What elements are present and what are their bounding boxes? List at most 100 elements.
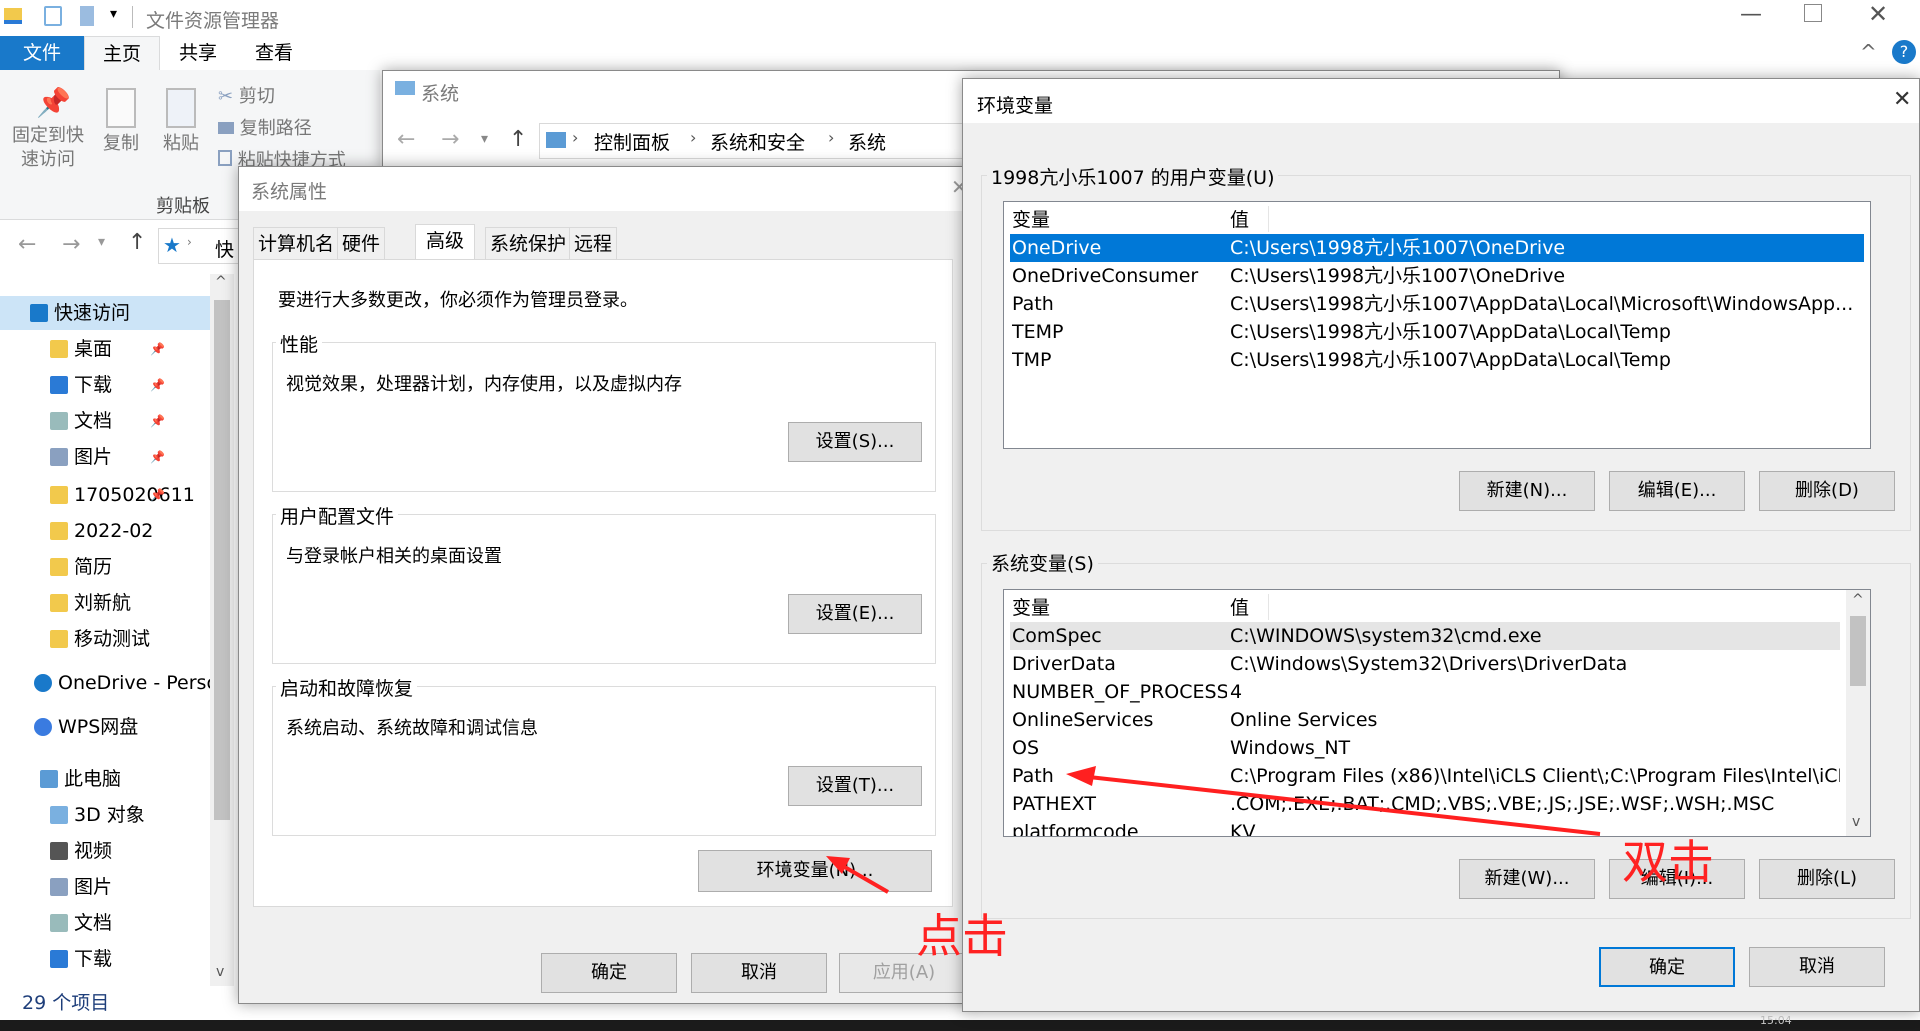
nav-item[interactable]: 文档 📌 [50,404,165,438]
nav-item[interactable]: 视频 [50,834,112,868]
close-button[interactable]: ✕ [1893,87,1911,112]
col-header-variable[interactable]: 变量 [1012,594,1227,622]
table-row[interactable]: Path C:\Users\1998亢小乐1007\AppData\Local\M… [1010,290,1864,318]
breadcrumb-control-panel[interactable]: 控制面板 [594,128,670,155]
system-delete-button[interactable]: 删除(L) [1759,859,1895,899]
ok-button[interactable]: 确定 [541,953,677,993]
table-row[interactable]: TMP C:\Users\1998亢小乐1007\AppData\Local\Te… [1010,346,1864,374]
user-new-button[interactable]: 新建(N)... [1459,471,1595,511]
scroll-down-icon[interactable]: v [216,964,224,980]
help-icon[interactable]: ? [1892,40,1916,64]
col-header-variable[interactable]: 变量 [1012,206,1227,234]
table-row[interactable]: PATHEXT .COM;.EXE;.BAT;.CMD;.VBS;.VBE;.JS… [1010,790,1840,818]
nav-item[interactable]: 文档 [50,906,112,940]
up-arrow-icon[interactable]: ↑ [509,127,527,152]
close-button[interactable]: ✕ [1868,0,1888,28]
nav-item[interactable]: 快速访问 [0,296,210,330]
system-new-button[interactable]: 新建(W)... [1459,859,1595,899]
onedrive-icon [34,674,52,692]
tab-hardware[interactable]: 硬件 [337,227,386,259]
variable-name: Path [1012,765,1054,787]
properties-icon[interactable] [44,6,62,26]
back-arrow-icon[interactable]: ← [18,232,36,257]
nav-item[interactable]: OneDrive - Persc [34,666,217,700]
nav-item[interactable]: 移动测试 [50,622,150,656]
table-row[interactable]: platformcode KV [1010,818,1840,836]
collapse-ribbon-icon[interactable]: ^ [1860,40,1877,64]
copy-path-button[interactable]: 复制路径 [218,114,312,140]
table-row[interactable]: DriverData C:\Windows\System32\Drivers\Dr… [1010,650,1840,678]
table-row[interactable]: TEMP C:\Users\1998亢小乐1007\AppData\Local\T… [1010,318,1864,346]
tab-share[interactable]: 共享 [160,36,236,70]
copy-button[interactable]: 复制 [96,88,146,156]
quick-access-dropdown-icon[interactable]: ▾ [110,6,117,22]
nav-item[interactable]: 桌面 📌 [50,332,165,366]
nav-item[interactable]: 此电脑 [40,762,121,796]
table-row[interactable]: NUMBER_OF_PROCESSORS4 [1010,678,1840,706]
environment-variables-button[interactable]: 环境变量(N)... [698,850,932,892]
nav-item[interactable]: 图片 [50,870,112,904]
cut-button[interactable]: ✂ 剪切 [218,82,275,108]
user-profile-settings-button[interactable]: 设置(E)... [788,594,922,634]
breadcrumb-chevron-icon: › [572,128,579,147]
scroll-up-icon[interactable]: ^ [1852,592,1864,608]
variable-name: PATHEXT [1012,793,1096,815]
pin-quick-access-button[interactable]: 📌 固定到快 速访问 [6,88,90,172]
cancel-button[interactable]: 取消 [691,953,827,993]
up-arrow-icon[interactable]: ↑ [128,230,146,255]
nav-item[interactable]: 1705020611 📌 [50,478,195,512]
scroll-up-icon[interactable]: ^ [215,274,227,290]
cancel-button[interactable]: 取消 [1749,947,1885,987]
nav-item[interactable]: WPS网盘 [34,710,138,744]
tab-remote[interactable]: 远程 [569,227,618,259]
nav-item[interactable]: 图片 📌 [50,440,165,474]
tab-file[interactable]: 文件 [0,36,84,70]
nav-item[interactable]: 下载 [50,942,112,976]
recent-dropdown-icon[interactable]: ▾ [481,131,488,147]
ok-button[interactable]: 确定 [1599,947,1735,987]
tab-view[interactable]: 查看 [236,36,312,70]
breadcrumb-chevron-icon: › [828,128,835,147]
back-arrow-icon[interactable]: ← [397,127,415,152]
system-properties-dialog: 系统属性 ✕ 计算机名 硬件 高级 系统保护 远程 要进行大多数更改，你必须作为… [238,166,972,1004]
performance-settings-button[interactable]: 设置(S)... [788,422,922,462]
paste-button[interactable]: 粘贴 [156,88,206,156]
tab-home[interactable]: 主页 [84,36,160,70]
nav-item[interactable]: 2022-02 [50,514,153,548]
scroll-thumb[interactable] [214,300,230,820]
table-row[interactable]: Path C:\Program Files (x86)\Intel\iCLS Cl… [1010,762,1840,790]
system-variables-list[interactable]: 变量 值 ^ v ComSpec C:\WINDOWS\system32\cmd.… [1003,589,1871,837]
tab-computer-name[interactable]: 计算机名 [253,227,340,259]
recent-dropdown-icon[interactable]: ▾ [98,234,105,250]
nav-scrollbar[interactable]: ^ v [210,274,234,986]
col-header-value[interactable]: 值 [1230,206,1864,234]
nav-item[interactable]: 3D 对象 [50,798,145,832]
tab-system-protection[interactable]: 系统保护 [485,227,572,259]
forward-arrow-icon[interactable]: → [441,127,459,152]
restore-button[interactable] [1804,4,1822,22]
system-list-scrollbar[interactable]: ^ v [1846,590,1870,836]
new-folder-icon[interactable] [80,6,94,26]
tab-advanced[interactable]: 高级 [415,224,476,260]
breadcrumb-system[interactable]: 系统 [848,128,886,155]
table-row[interactable]: ComSpec C:\WINDOWS\system32\cmd.exe [1010,622,1840,650]
forward-arrow-icon[interactable]: → [62,232,80,257]
table-row[interactable]: OneDriveConsumer C:\Users\1998亢小乐1007\One… [1010,262,1864,290]
minimize-button[interactable]: — [1740,2,1762,27]
user-variables-list[interactable]: 变量 值 OneDrive C:\Users\1998亢小乐1007\OneDri… [1003,201,1871,449]
table-row[interactable]: OneDrive C:\Users\1998亢小乐1007\OneDrive [1010,234,1864,262]
address-bar[interactable]: ★ › 快 [158,228,248,264]
user-delete-button[interactable]: 删除(D) [1759,471,1895,511]
user-edit-button[interactable]: 编辑(E)... [1609,471,1745,511]
table-row[interactable]: OnlineServices Online Services [1010,706,1840,734]
col-header-value[interactable]: 值 [1230,594,1840,622]
startup-recovery-settings-button[interactable]: 设置(T)... [788,766,922,806]
table-row[interactable]: OS Windows_NT [1010,734,1840,762]
nav-item[interactable]: 刘新航 [50,586,131,620]
scroll-down-icon[interactable]: v [1852,814,1860,830]
nav-item[interactable]: 简历 [50,550,112,584]
scroll-thumb[interactable] [1850,616,1866,686]
nav-item[interactable]: 下载 📌 [50,368,165,402]
breadcrumb-system-security[interactable]: 系统和安全 [710,128,805,155]
star-icon [30,304,48,322]
